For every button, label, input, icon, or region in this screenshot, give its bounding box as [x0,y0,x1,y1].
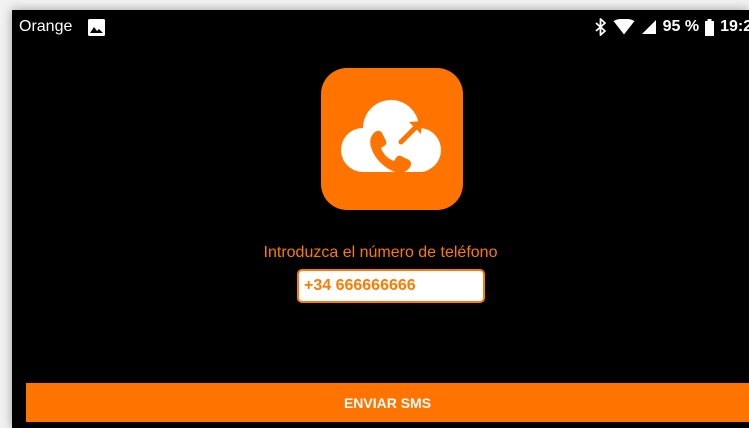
signal-icon [641,20,656,34]
status-icons: 95 % 19:25 [595,16,749,38]
battery-percent: 95 % [662,18,700,35]
battery-icon [705,18,715,36]
wifi-icon [613,19,635,35]
cloud-phone-icon [321,68,463,210]
status-bar: Orange 95 % 19:25 [12,10,749,46]
send-sms-button[interactable]: ENVIAR SMS [26,383,749,422]
gallery-icon [88,19,105,36]
phone-prompt-label: Introduzca el número de teléfono [263,244,498,261]
clock: 19:25 [720,18,749,35]
carrier-name: Orange [19,18,73,35]
phone-number-input[interactable] [297,269,485,303]
bluetooth-icon [595,18,606,36]
app-screen: Orange 95 % 19:25 [12,10,749,428]
